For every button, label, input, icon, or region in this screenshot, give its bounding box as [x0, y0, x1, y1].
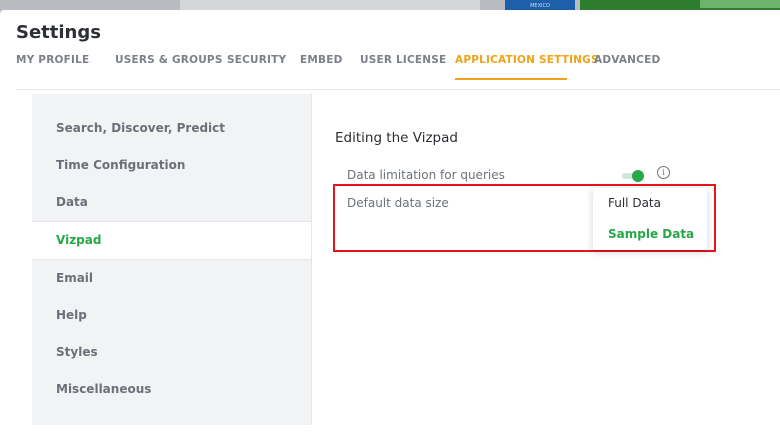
- sidebar-item-time-configuration[interactable]: Time Configuration: [32, 147, 311, 184]
- dropdown-option-label: Full Data: [608, 196, 661, 210]
- background-bar-light: [700, 0, 780, 8]
- sidebar-item-label: Help: [56, 308, 87, 322]
- sidebar-item-miscellaneous[interactable]: Miscellaneous: [32, 371, 311, 408]
- dropdown-option-sample-data[interactable]: Sample Data: [593, 219, 707, 250]
- sidebar-item-label: Time Configuration: [56, 158, 186, 172]
- sidebar-item-label: Data: [56, 195, 88, 209]
- sidebar-item-data[interactable]: Data: [32, 184, 311, 221]
- sidebar-item-label: Email: [56, 271, 94, 285]
- active-tab-indicator: [455, 78, 567, 80]
- tab-users-groups[interactable]: USERS & GROUPS: [115, 54, 223, 66]
- data-limitation-label: Data limitation for queries: [347, 168, 505, 182]
- sidebar-item-label: Vizpad: [56, 233, 102, 247]
- data-limitation-toggle[interactable]: [618, 170, 646, 182]
- section-title: Editing the Vizpad: [335, 130, 458, 146]
- sidebar-item-label: Styles: [56, 345, 98, 359]
- tab-embed[interactable]: EMBED: [300, 54, 343, 66]
- sidebar-item-search-discover-predict[interactable]: Search, Discover, Predict: [32, 110, 311, 147]
- info-icon[interactable]: i: [657, 166, 670, 179]
- sidebar-item-styles[interactable]: Styles: [32, 334, 311, 371]
- dropdown-option-label: Sample Data: [608, 227, 695, 241]
- sidebar-item-label: Search, Discover, Predict: [56, 121, 226, 135]
- toggle-knob: [632, 170, 644, 182]
- page-title: Settings: [16, 22, 101, 43]
- tab-advanced[interactable]: ADVANCED: [594, 54, 660, 66]
- tab-user-license[interactable]: USER LICENSE: [360, 54, 446, 66]
- tab-my-profile[interactable]: MY PROFILE: [16, 54, 89, 66]
- settings-sidebar: Search, Discover, Predict Time Configura…: [32, 94, 312, 425]
- sidebar-item-email[interactable]: Email: [32, 260, 311, 297]
- data-size-dropdown[interactable]: Full Data Sample Data: [593, 188, 707, 250]
- tab-application-settings[interactable]: APPLICATION SETTINGS: [455, 54, 599, 66]
- sidebar-item-label: Miscellaneous: [56, 382, 152, 396]
- sidebar-item-help[interactable]: Help: [32, 297, 311, 334]
- background-map-label: MEXICO: [530, 3, 550, 9]
- dropdown-option-full-data[interactable]: Full Data: [593, 188, 707, 219]
- tab-security[interactable]: SECURITY: [227, 54, 286, 66]
- sidebar-item-vizpad[interactable]: Vizpad: [32, 221, 311, 260]
- tab-divider: [16, 89, 780, 90]
